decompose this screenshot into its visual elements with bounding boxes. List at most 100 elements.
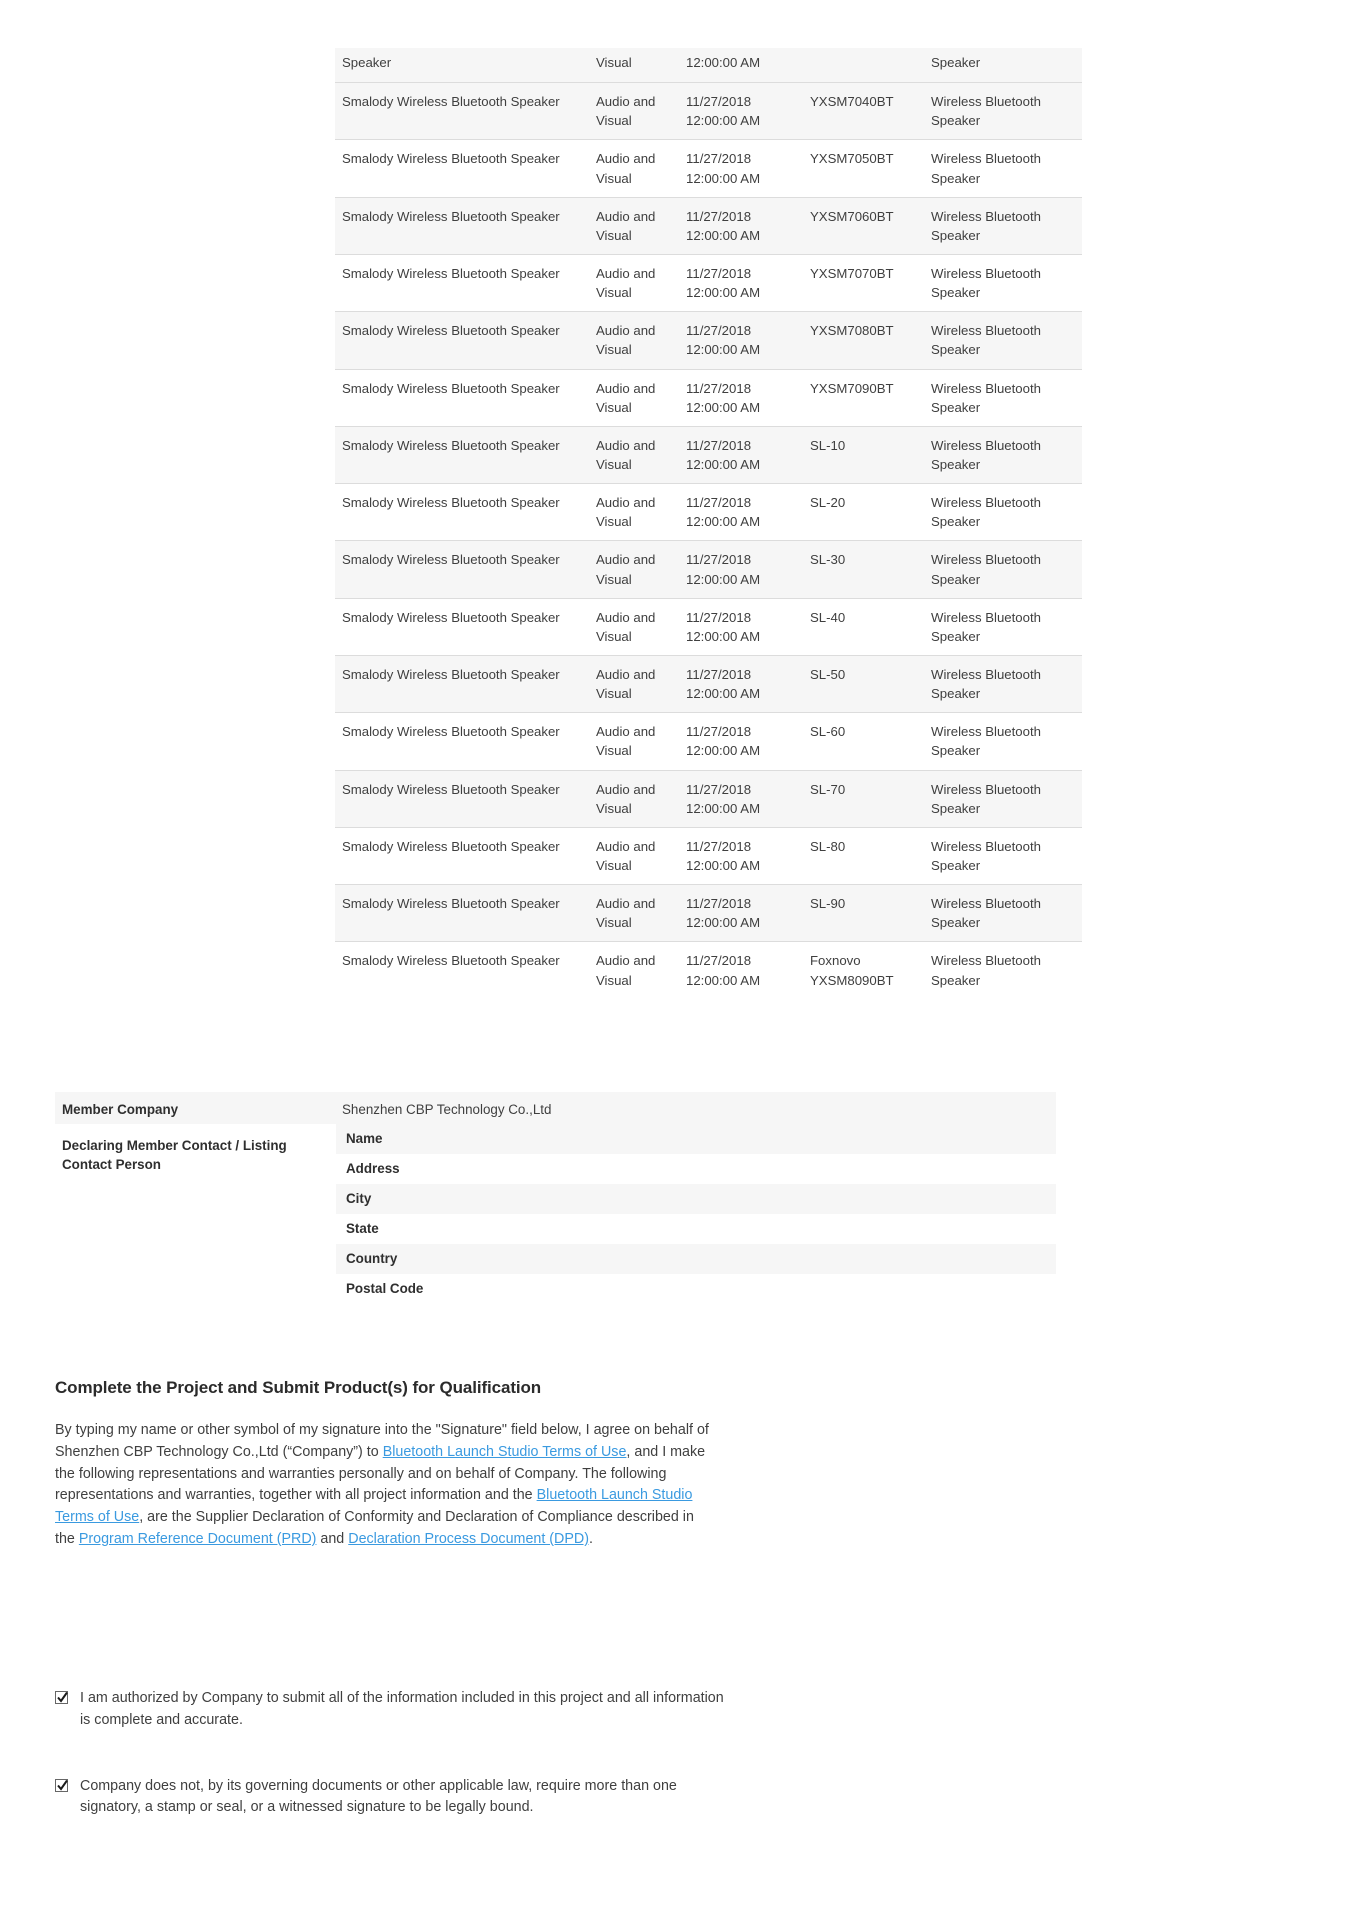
cell-product-model: YXSM7080BT [810,311,931,370]
cell-product-category: Wireless Bluetooth Speaker [931,712,1082,771]
cell-product-type: Audio and Visual [596,884,686,942]
cell-product-date: 11/27/2018 12:00:00 AM [686,311,810,370]
member-company-label: Member Company [62,1102,179,1117]
cell-product-category: Wireless Bluetooth Speaker [931,483,1082,541]
cell-product-name: Smalody Wireless Bluetooth Speaker [335,884,596,942]
contact-field-state[interactable]: State [336,1214,1056,1244]
cell-product-model: YXSM7040BT [810,82,931,140]
cell-product-category: Speaker [931,48,1082,83]
paragraph-part-4: and [316,1530,349,1547]
table-row: Speaker Visual 12:00:00 AM Speaker [335,48,1082,83]
member-company-row: Member Company Shenzhen CBP Technology C… [55,1092,1056,1124]
cell-product-name: Smalody Wireless Bluetooth Speaker [335,253,596,312]
table-row: Smalody Wireless Bluetooth Speaker Audio … [335,884,1082,942]
declaring-contact-row: Declaring Member Contact / Listing Conta… [55,1124,1056,1304]
table-row: Smalody Wireless Bluetooth Speaker Audio … [335,597,1082,656]
cell-product-name: Smalody Wireless Bluetooth Speaker [335,540,596,599]
cell-product-model [810,48,931,83]
product-qualification-table: Speaker Visual 12:00:00 AM Speaker Smalo… [335,48,1082,999]
cell-product-name: Smalody Wireless Bluetooth Speaker [335,597,596,656]
contact-field-list: Name Address City State Country Postal Code [336,1124,1056,1304]
cell-product-model: SL-30 [810,540,931,599]
cell-product-category: Wireless Bluetooth Speaker [931,826,1082,885]
cell-product-date: 11/27/2018 12:00:00 AM [686,712,810,771]
cell-product-model: SL-90 [810,884,931,942]
cell-product-model: SL-10 [810,425,931,484]
cell-product-name: Smalody Wireless Bluetooth Speaker [335,311,596,370]
cell-product-type: Audio and Visual [596,253,686,312]
cell-product-date: 11/27/2018 12:00:00 AM [686,82,810,140]
cell-product-date: 11/27/2018 12:00:00 AM [686,368,810,427]
cell-product-model: YXSM7070BT [810,253,931,312]
cell-product-category: Wireless Bluetooth Speaker [931,654,1082,713]
declaration-checklist: I am authorized by Company to submit all… [55,1688,735,1863]
cell-product-type: Audio and Visual [596,769,686,828]
cell-product-date: 11/27/2018 12:00:00 AM [686,253,810,312]
cell-product-name: Smalody Wireless Bluetooth Speaker [335,196,596,255]
cell-product-type: Audio and Visual [596,368,686,427]
table-row: Smalody Wireless Bluetooth Speaker Audio … [335,712,1082,771]
cell-product-type: Audio and Visual [596,82,686,140]
contact-field-postal-code[interactable]: Postal Code [336,1274,1056,1304]
cell-product-model: YXSM7060BT [810,196,931,255]
cell-product-type: Audio and Visual [596,540,686,599]
cell-product-category: Wireless Bluetooth Speaker [931,597,1082,656]
table-row: Smalody Wireless Bluetooth Speaker Audio … [335,311,1082,370]
cell-product-type: Audio and Visual [596,654,686,713]
cell-product-type: Visual [596,48,686,83]
cell-product-type: Audio and Visual [596,941,686,999]
cell-product-type: Audio and Visual [596,425,686,484]
table-row: Smalody Wireless Bluetooth Speaker Audio … [335,139,1082,198]
checkbox-checked-icon[interactable] [55,1691,68,1704]
cell-product-date: 11/27/2018 12:00:00 AM [686,196,810,255]
cell-product-type: Audio and Visual [596,196,686,255]
cell-product-type: Audio and Visual [596,483,686,541]
contact-field-name[interactable]: Name [336,1124,1056,1154]
cell-product-category: Wireless Bluetooth Speaker [931,196,1082,255]
cell-product-name: Smalody Wireless Bluetooth Speaker [335,139,596,198]
cell-product-category: Wireless Bluetooth Speaker [931,769,1082,828]
cell-product-model: YXSM7050BT [810,139,931,198]
cell-product-date: 11/27/2018 12:00:00 AM [686,483,810,541]
link-terms-of-use-1[interactable]: Bluetooth Launch Studio Terms of Use [383,1444,627,1460]
contact-field-city[interactable]: City [336,1184,1056,1214]
page-title: Complete the Project and Submit Product(… [55,1378,542,1397]
cell-product-model: Foxnovo YXSM8090BT [810,941,931,999]
cell-product-category: Wireless Bluetooth Speaker [931,425,1082,484]
cell-product-date: 11/27/2018 12:00:00 AM [686,769,810,828]
checklist-item-label: I am authorized by Company to submit all… [80,1690,724,1728]
table-row: Smalody Wireless Bluetooth Speaker Audio … [335,941,1082,999]
checkbox-checked-icon[interactable] [55,1778,68,1792]
table-row: Smalody Wireless Bluetooth Speaker Audio … [335,425,1082,484]
cell-product-date: 11/27/2018 12:00:00 AM [686,139,810,198]
cell-product-category: Wireless Bluetooth Speaker [931,253,1082,312]
cell-product-model: YXSM7090BT [810,368,931,427]
link-program-reference-document[interactable]: Program Reference Document (PRD) [79,1531,317,1547]
cell-product-date: 11/27/2018 12:00:00 AM [686,884,810,942]
contact-field-address[interactable]: Address [336,1154,1056,1184]
table-row: Smalody Wireless Bluetooth Speaker Audio … [335,769,1082,828]
cell-product-category: Wireless Bluetooth Speaker [931,540,1082,599]
cell-product-name: Smalody Wireless Bluetooth Speaker [335,368,596,427]
member-company-section: Member Company Shenzhen CBP Technology C… [55,1092,1056,1304]
cell-product-model: SL-60 [810,712,931,771]
table-row: Smalody Wireless Bluetooth Speaker Audio … [335,654,1082,713]
cell-product-category: Wireless Bluetooth Speaker [931,368,1082,427]
table-row: Smalody Wireless Bluetooth Speaker Audio … [335,368,1082,427]
cell-product-category: Wireless Bluetooth Speaker [931,884,1082,942]
link-declaration-process-document[interactable]: Declaration Process Document (DPD) [348,1531,589,1547]
product-table-body: Speaker Visual 12:00:00 AM Speaker Smalo… [335,48,1082,999]
cell-product-name: Smalody Wireless Bluetooth Speaker [335,483,596,541]
paragraph-part-5: . [589,1530,593,1547]
cell-product-name: Smalody Wireless Bluetooth Speaker [335,425,596,484]
cell-product-date: 11/27/2018 12:00:00 AM [686,941,810,999]
cell-product-name: Speaker [335,48,596,83]
contact-field-country[interactable]: Country [336,1244,1056,1274]
table-row: Smalody Wireless Bluetooth Speaker Audio … [335,540,1082,599]
cell-product-name: Smalody Wireless Bluetooth Speaker [335,941,596,999]
cell-product-date: 11/27/2018 12:00:00 AM [686,540,810,599]
cell-product-date: 11/27/2018 12:00:00 AM [686,597,810,656]
declaration-section: Complete the Project and Submit Product(… [55,1378,715,1551]
cell-product-date: 12:00:00 AM [686,48,810,83]
table-row: Smalody Wireless Bluetooth Speaker Audio … [335,82,1082,140]
